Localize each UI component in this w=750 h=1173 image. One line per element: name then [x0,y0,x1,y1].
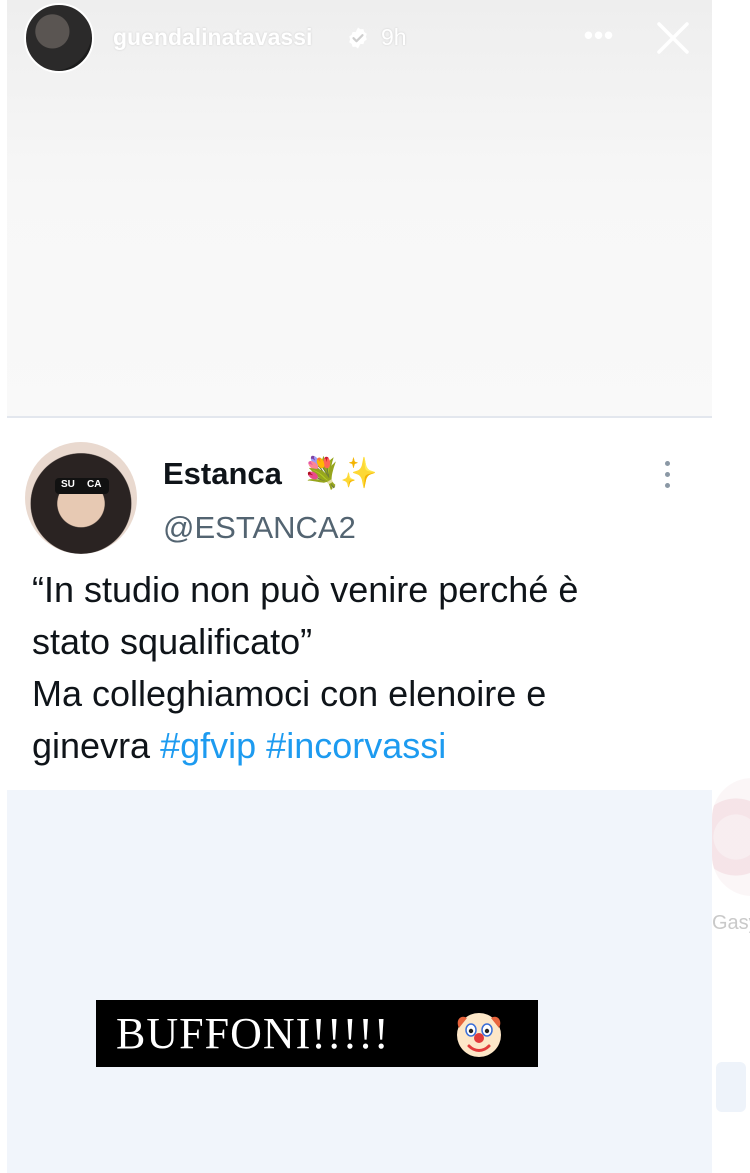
tweet-avatar[interactable]: SU CA [25,442,137,554]
tweet-line-2: stato squalificato” [32,621,313,662]
tweet-name-emojis: 💐✨ [303,456,378,491]
story-username[interactable]: guendalinatavassi [113,24,312,51]
tweet-more-icon[interactable] [655,458,679,494]
tweet-line-4: ginevra #gfvip #incorvassi [32,720,692,772]
background-peek-label: Gasy [712,912,750,934]
tweet-text: “In studio non può venire perché è stato… [32,564,692,772]
caption-text: BUFFONI!!!!! [116,1009,390,1058]
hashtag-incorvassi[interactable]: #incorvassi [266,725,446,766]
close-icon[interactable] [651,16,695,60]
glasses-text-left: SU [61,479,75,490]
story-viewer[interactable]: guendalinatavassi 9h ••• SU CA Estanca 💐… [7,0,712,1173]
verified-badge-icon [349,27,367,49]
background-story-bubble [712,778,750,896]
glasses-text-right: CA [87,479,102,490]
avatar-sunglasses: SU CA [55,478,109,494]
story-timestamp: 9h [381,24,407,50]
story-avatar[interactable] [24,3,94,73]
more-options-button[interactable]: ••• [581,20,617,50]
hashtag-gfvip[interactable]: #gfvip [160,725,256,766]
clown-face-icon [457,1013,501,1057]
tweet-line-3: Ma colleghiamoci con elenoire e [32,673,547,714]
caption-sticker: BUFFONI!!!!! [96,1000,538,1067]
background-peek-box [716,1062,746,1112]
tweet-handle[interactable]: @ESTANCA2 [163,510,356,546]
background-app-strip: Gasy [712,0,750,1173]
tweet-line-1: “In studio non può venire perché è [32,569,579,610]
story-header: guendalinatavassi 9h ••• [7,0,712,76]
tweet-display-name[interactable]: Estanca [163,456,282,492]
tweet-line-4-prefix: ginevra [32,725,161,766]
story-bottom-area [7,790,712,1173]
